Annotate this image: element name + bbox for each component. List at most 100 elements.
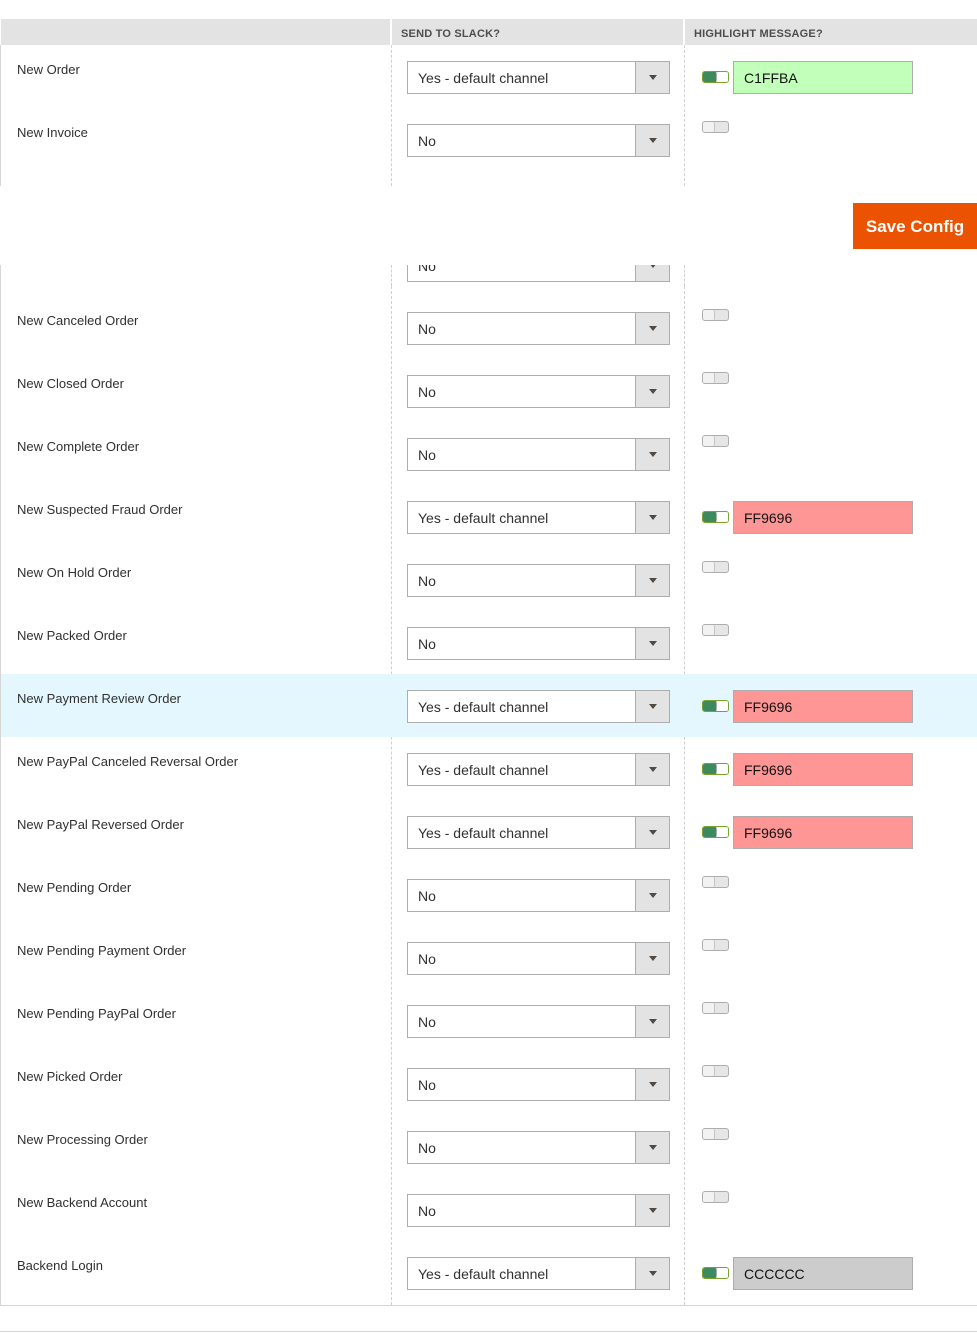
send-to-slack-select[interactable]: Yes - default channel	[407, 61, 670, 94]
send-to-slack-select[interactable]: No	[407, 1005, 670, 1038]
chevron-down-icon	[635, 313, 669, 344]
highlight-toggle[interactable]	[702, 700, 729, 712]
send-to-slack-select[interactable]: No	[407, 124, 670, 157]
table-row: New Order Yes - default channel C1FFBA	[1, 45, 977, 108]
event-label: New Pending PayPal Order	[17, 1006, 176, 1021]
event-label: New PayPal Reversed Order	[17, 817, 184, 832]
table-row: New PayPal Reversed Order Yes - default c…	[1, 800, 977, 863]
send-to-slack-select[interactable]: No	[407, 438, 670, 471]
sticky-action-bar: Save Config	[0, 186, 977, 265]
chevron-down-icon	[635, 943, 669, 974]
select-value: Yes - default channel	[418, 510, 549, 526]
table-row: New PayPal Canceled Reversal Order Yes - …	[1, 737, 977, 800]
chevron-down-icon	[635, 754, 669, 785]
select-value: No	[418, 447, 436, 463]
table-row: New Invoice No	[1, 108, 977, 171]
highlight-toggle[interactable]	[702, 561, 729, 573]
highlight-toggle[interactable]	[702, 372, 729, 384]
event-label: New Canceled Order	[17, 313, 139, 328]
select-value: No	[418, 636, 436, 652]
table-row: New Pending PayPal Order No	[1, 989, 977, 1052]
highlight-toggle[interactable]	[702, 939, 729, 951]
send-to-slack-select[interactable]: No	[407, 265, 670, 282]
table-row: New Suspected Fraud Order Yes - default c…	[1, 485, 977, 548]
chevron-down-icon	[635, 880, 669, 911]
select-value: Yes - default channel	[418, 762, 549, 778]
select-value: No	[418, 1077, 436, 1093]
event-label: Backend Login	[17, 1258, 104, 1273]
event-label: New Packed Order	[17, 628, 127, 643]
highlight-color-input[interactable]: CCCCCC	[733, 1257, 913, 1290]
highlight-toggle[interactable]	[702, 876, 729, 888]
event-label: New Backend Account	[17, 1195, 148, 1210]
send-to-slack-select[interactable]: Yes - default channel	[407, 1257, 670, 1290]
highlight-color-input[interactable]: FF9696	[733, 816, 913, 849]
chevron-down-icon	[635, 817, 669, 848]
table-row: New Packed Order No	[1, 611, 977, 674]
chevron-down-icon	[635, 565, 669, 596]
highlight-toggle[interactable]	[702, 1065, 729, 1077]
highlight-toggle[interactable]	[702, 624, 729, 636]
table-row: No	[1, 265, 977, 286]
select-value: Yes - default channel	[418, 1266, 549, 1282]
send-to-slack-select[interactable]: No	[407, 879, 670, 912]
highlight-toggle[interactable]	[702, 435, 729, 447]
send-to-slack-select[interactable]: No	[407, 375, 670, 408]
select-value: No	[418, 384, 436, 400]
header-divider	[683, 19, 685, 45]
chevron-down-icon	[635, 125, 669, 156]
highlight-toggle[interactable]	[702, 1191, 729, 1203]
save-config-button[interactable]: Save Config	[853, 203, 977, 249]
send-to-slack-select[interactable]: No	[407, 627, 670, 660]
event-label: New On Hold Order	[17, 565, 132, 580]
table-row: New Complete Order No	[1, 422, 977, 485]
table-row: New Processing Order No	[1, 1115, 977, 1178]
send-to-slack-select[interactable]: Yes - default channel	[407, 753, 670, 786]
chevron-down-icon	[635, 628, 669, 659]
event-label: New PayPal Canceled Reversal Order	[17, 754, 239, 769]
chevron-down-icon	[635, 691, 669, 722]
chevron-down-icon	[635, 439, 669, 470]
send-to-slack-select[interactable]: No	[407, 1194, 670, 1227]
highlight-toggle[interactable]	[702, 763, 729, 775]
notifications-table-top: New Order Yes - default channel C1FFBA New …	[0, 45, 977, 186]
highlight-color-input[interactable]: C1FFBA	[733, 61, 913, 94]
notifications-table-partial-row: No	[0, 265, 977, 286]
event-label: New Closed Order	[17, 376, 124, 391]
highlight-toggle[interactable]	[702, 1128, 729, 1140]
highlight-toggle[interactable]	[702, 309, 729, 321]
select-value: Yes - default channel	[418, 825, 549, 841]
send-to-slack-select[interactable]: No	[407, 564, 670, 597]
table-row: New Payment Review Order Yes - default ch…	[1, 674, 977, 737]
notifications-table-bottom: New Canceled Order No New Closed Order No Ne…	[0, 286, 977, 1305]
highlight-toggle[interactable]	[702, 71, 729, 83]
send-to-slack-select[interactable]: No	[407, 1068, 670, 1101]
select-value: No	[418, 1203, 436, 1219]
select-value: No	[418, 888, 436, 904]
send-to-slack-select[interactable]: No	[407, 1131, 670, 1164]
send-to-slack-select[interactable]: Yes - default channel	[407, 816, 670, 849]
highlight-color-input[interactable]: FF9696	[733, 501, 913, 534]
table-row: Backend Login Yes - default channel CCCCCC	[1, 1241, 977, 1304]
send-to-slack-select[interactable]: No	[407, 312, 670, 345]
highlight-toggle[interactable]	[702, 511, 729, 523]
event-label: New Suspected Fraud Order	[17, 502, 183, 517]
highlight-color-input[interactable]: FF9696	[733, 690, 913, 723]
highlight-color-input[interactable]: FF9696	[733, 753, 913, 786]
highlight-toggle[interactable]	[702, 1267, 729, 1279]
send-to-slack-select[interactable]: Yes - default channel	[407, 501, 670, 534]
select-value: No	[418, 133, 436, 149]
event-label: New Complete Order	[17, 439, 140, 454]
highlight-toggle[interactable]	[702, 826, 729, 838]
send-to-slack-select[interactable]: Yes - default channel	[407, 690, 670, 723]
table-row: New Picked Order No	[1, 1052, 977, 1115]
select-value: No	[418, 573, 436, 589]
header-divider	[390, 19, 392, 45]
column-header-send-to-slack: SEND TO SLACK?	[401, 28, 501, 40]
send-to-slack-select[interactable]: No	[407, 942, 670, 975]
highlight-toggle[interactable]	[702, 1002, 729, 1014]
select-value: No	[418, 321, 436, 337]
event-label: New Invoice	[17, 125, 88, 140]
event-label: New Pending Order	[17, 880, 132, 895]
highlight-toggle[interactable]	[702, 121, 729, 133]
